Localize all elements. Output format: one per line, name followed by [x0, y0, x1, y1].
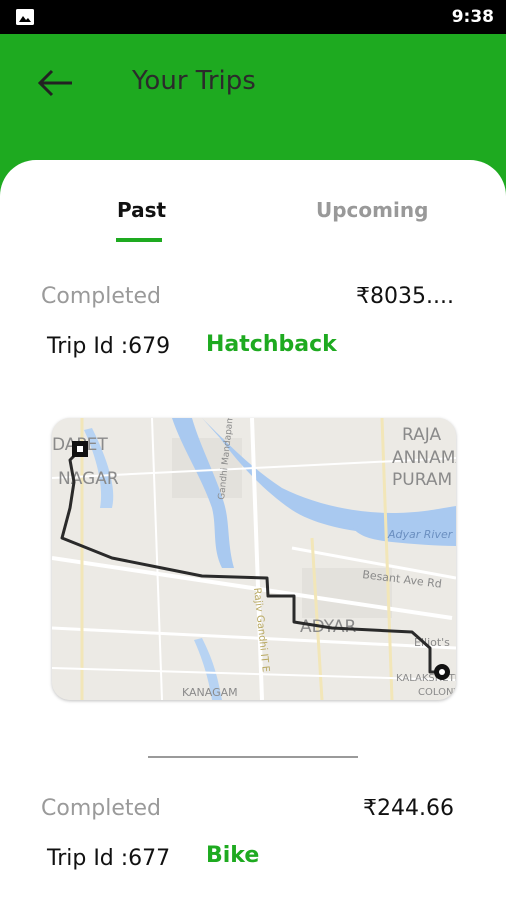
map-label: KANAGAM [182, 686, 238, 699]
map-label: NAGAR [58, 469, 119, 489]
back-button[interactable] [34, 64, 76, 102]
trip-id: Trip Id :677 [47, 846, 171, 871]
trip-vehicle: Bike [206, 843, 260, 868]
status-time: 9:38 [451, 7, 494, 27]
map-label: ANNAMA [392, 448, 456, 468]
trip-status: Completed [41, 284, 161, 309]
map-label: PURAM [392, 470, 452, 490]
trip-status: Completed [41, 796, 161, 821]
back-arrow-icon [37, 69, 72, 97]
tab-past[interactable]: Past [117, 198, 166, 222]
trip-route-map[interactable]: DAPET NAGAR RAJA ANNAMA PURAM Adyar Rive… [52, 418, 456, 700]
image-notification-icon [16, 9, 34, 25]
status-bar: 9:38 [0, 0, 506, 34]
app-bar: Your Trips [0, 34, 506, 160]
trips-sheet: Past Upcoming Completed ₹8035.... Trip I… [0, 160, 506, 900]
trip-id: Trip Id :679 [47, 334, 171, 359]
route-map-svg: DAPET NAGAR RAJA ANNAMA PURAM Adyar Rive… [52, 418, 456, 700]
trip-price: ₹244.66 [363, 796, 454, 821]
trip-divider [148, 756, 358, 758]
map-label: COLONY [418, 687, 456, 698]
trip-price: ₹8035.... [356, 284, 454, 309]
trip-vehicle: Hatchback [206, 332, 337, 357]
tab-upcoming[interactable]: Upcoming [316, 198, 428, 222]
page-title: Your Trips [132, 66, 256, 96]
active-tab-indicator [116, 238, 162, 242]
map-label: Adyar River [387, 528, 454, 541]
map-label: RAJA [402, 425, 441, 445]
